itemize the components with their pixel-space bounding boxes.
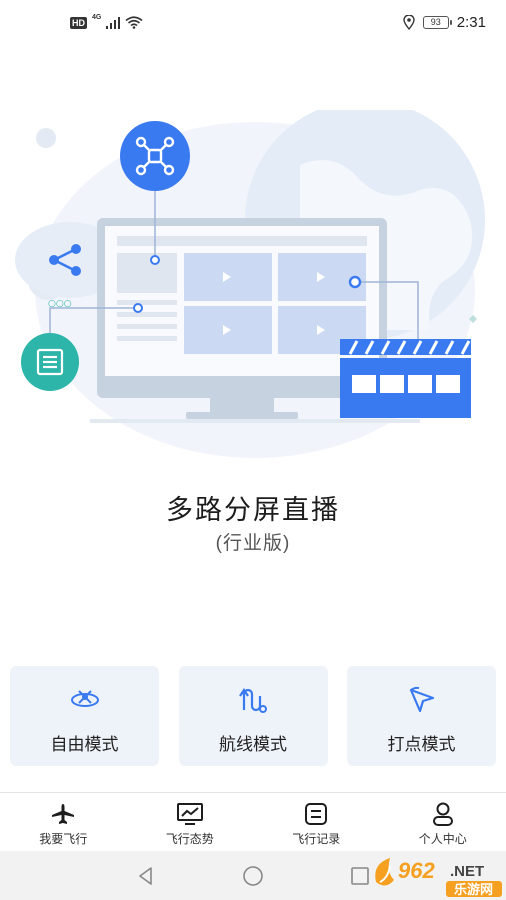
watermark-logo xyxy=(375,858,394,886)
nav-item-profile[interactable]: 个人中心 xyxy=(380,793,506,850)
waypoint-mode-button[interactable]: 打点模式 xyxy=(347,666,496,766)
waypoint-mode-label: 打点模式 xyxy=(387,735,456,754)
free-mode-label: 自由模式 xyxy=(50,735,119,754)
connector-dot-3 xyxy=(348,275,362,289)
status-right: 93 2:31 xyxy=(403,14,486,31)
status-bar: HD 4G 93 2:31 xyxy=(0,0,506,48)
log-icon xyxy=(303,801,329,827)
nav-item-situation[interactable]: 飞行态势 xyxy=(127,793,254,850)
back-button[interactable] xyxy=(134,865,158,887)
location-icon xyxy=(403,15,415,30)
watermark-site: 乐游网 xyxy=(454,882,493,898)
watermark-suffix: .NET xyxy=(450,863,484,880)
wifi-icon xyxy=(125,16,143,29)
signal-icon xyxy=(106,16,121,29)
nav-item-fly[interactable]: 我要飞行 xyxy=(0,793,127,850)
nav-label-situation: 飞行态势 xyxy=(165,832,214,846)
network-type: 4G xyxy=(92,14,102,21)
plane-icon xyxy=(50,801,76,827)
nav-label-records: 飞行记录 xyxy=(292,832,341,846)
status-left: HD 4G xyxy=(70,14,143,29)
nav-label-fly: 我要飞行 xyxy=(39,832,88,846)
free-mode-button[interactable]: 自由模式 xyxy=(10,666,159,766)
page-title: 多路分屏直播 xyxy=(166,495,340,525)
drone-bubble xyxy=(120,121,190,191)
monitor-chart-icon xyxy=(176,801,203,827)
user-icon xyxy=(430,801,456,827)
site-watermark: 962 .NET 乐游网 xyxy=(375,858,502,898)
route-mode-label: 航线模式 xyxy=(219,735,287,754)
free-mode-icon xyxy=(69,684,101,716)
route-mode-button[interactable]: 航线模式 xyxy=(178,666,328,766)
recents-square-icon xyxy=(351,867,369,885)
nav-label-profile: 个人中心 xyxy=(418,832,467,846)
clock: 2:31 xyxy=(456,14,486,31)
clapperboard-icon xyxy=(340,339,471,418)
hd-badge: HD xyxy=(70,16,87,29)
bottom-nav: 我要飞行 飞行态势 飞行记录 个人中心 xyxy=(0,792,506,850)
battery-indicator: 93 xyxy=(422,16,452,29)
recents-button[interactable] xyxy=(348,865,372,887)
route-mode-icon xyxy=(237,684,269,716)
waypoint-mode-icon xyxy=(406,684,438,716)
page-subtitle: (行业版) xyxy=(215,533,291,554)
mode-selector: 自由模式 航线模式 打点模式 xyxy=(10,666,496,766)
watermark-brand: 962 xyxy=(398,858,435,883)
home-circle-icon xyxy=(243,866,263,886)
connector-dot-2 xyxy=(133,303,143,313)
multi-screen-illustration: ○○○ xyxy=(15,110,485,458)
home-button[interactable] xyxy=(241,865,265,887)
back-triangle-icon xyxy=(139,867,152,885)
nav-item-records[interactable]: 飞行记录 xyxy=(253,793,380,850)
decor-dot xyxy=(36,128,56,148)
connector-dot xyxy=(150,255,160,265)
